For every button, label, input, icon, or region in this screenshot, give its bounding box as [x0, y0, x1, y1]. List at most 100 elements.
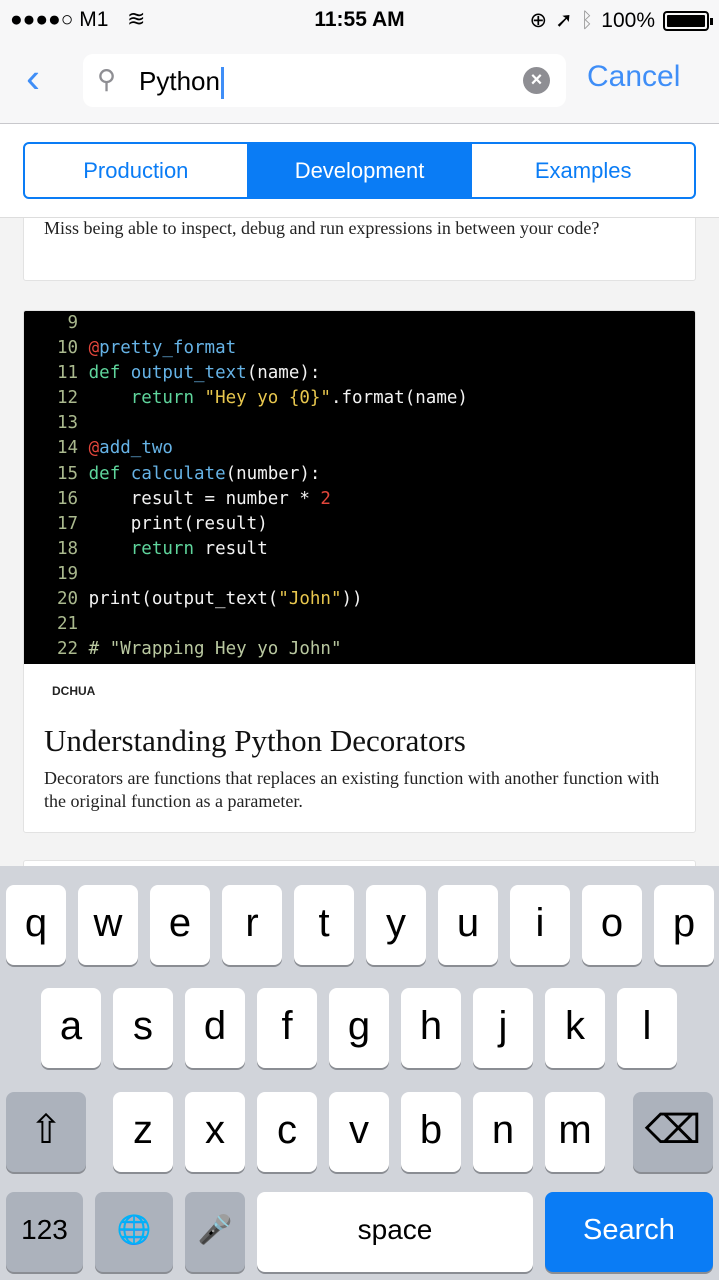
line-number: 14: [57, 438, 79, 459]
key-h[interactable]: h: [401, 988, 461, 1068]
key-s[interactable]: s: [113, 988, 173, 1068]
back-chevron-icon[interactable]: ‹: [26, 57, 40, 99]
segmented-control: Production Development Examples: [23, 142, 696, 199]
keyboard: ⇧ ⌫ 123 🌐 🎤 space Search qwertyuiop asdfg…: [0, 866, 719, 1280]
code-line: 16 result = number * 2: [57, 487, 695, 512]
code-token: 2: [320, 488, 331, 509]
key-a[interactable]: a: [41, 988, 101, 1068]
code-token: @: [88, 438, 100, 459]
battery-percent: 100%: [601, 8, 655, 32]
key-i[interactable]: i: [510, 885, 570, 965]
location-icon: ➚: [555, 9, 573, 32]
code-line: 15 def calculate(number):: [57, 462, 695, 487]
key-l[interactable]: l: [617, 988, 677, 1068]
rotation-lock-icon: ⊕: [529, 9, 548, 32]
code-line: 17 print(result): [57, 512, 695, 537]
key-y[interactable]: y: [366, 885, 426, 965]
tab-production[interactable]: Production: [25, 144, 249, 197]
key-q[interactable]: q: [6, 885, 66, 965]
article-card[interactable]: 9 10 @pretty_format 11 def output_text(na…: [23, 310, 696, 833]
key-o[interactable]: o: [582, 885, 642, 965]
line-number: 11: [57, 363, 79, 384]
line-number: 13: [57, 413, 79, 434]
code-token: add_two: [99, 438, 173, 459]
code-token: (number):: [225, 463, 321, 484]
line-number: 18: [57, 538, 79, 559]
segment-bar: Production Development Examples: [0, 124, 719, 218]
line-number: 16: [57, 488, 79, 509]
shift-key[interactable]: ⇧: [6, 1092, 86, 1172]
code-token: print(output_text(: [88, 589, 279, 610]
key-g[interactable]: g: [329, 988, 389, 1068]
search-field[interactable]: ⚲ Python ×: [83, 54, 566, 107]
key-c[interactable]: c: [257, 1092, 317, 1172]
key-u[interactable]: u: [438, 885, 498, 965]
key-j[interactable]: j: [473, 988, 533, 1068]
code-token: output_text: [130, 363, 247, 384]
code-token: "John": [278, 589, 342, 610]
search-icon: ⚲: [97, 64, 117, 94]
code-line: 19: [57, 562, 695, 587]
key-v[interactable]: v: [329, 1092, 389, 1172]
code-token: print(result): [88, 513, 268, 534]
code-token: calculate: [130, 463, 226, 484]
code-line: 10 @pretty_format: [57, 336, 695, 361]
code-token: pretty_format: [99, 338, 237, 359]
numbers-key[interactable]: 123: [6, 1192, 83, 1272]
code-token: return: [88, 388, 205, 409]
line-number: 10: [57, 338, 79, 359]
code-token: result = number *: [88, 488, 321, 509]
space-key[interactable]: space: [257, 1192, 533, 1272]
battery-icon: [663, 10, 713, 31]
article-author: DCHUA: [52, 684, 96, 698]
key-k[interactable]: k: [545, 988, 605, 1068]
line-number: 12: [57, 388, 79, 409]
microphone-key[interactable]: 🎤: [185, 1192, 245, 1272]
key-t[interactable]: t: [294, 885, 354, 965]
article-description: Decorators are functions that replaces a…: [44, 768, 660, 811]
code-line: 11 def output_text(name):: [57, 361, 695, 386]
tab-development[interactable]: Development: [248, 144, 473, 197]
code-token: def: [88, 363, 131, 384]
code-token: # "Wrapping Hey yo John": [88, 639, 342, 660]
key-w[interactable]: w: [78, 885, 138, 965]
code-token: return: [88, 538, 205, 559]
key-d[interactable]: d: [185, 988, 245, 1068]
code-line: 14 @add_two: [57, 436, 695, 461]
delete-key[interactable]: ⌫: [633, 1092, 713, 1172]
line-number: 15: [57, 463, 79, 484]
code-line: 12 return "Hey yo {0}".format(name): [57, 386, 695, 411]
line-number: 17: [57, 513, 79, 534]
key-e[interactable]: e: [150, 885, 210, 965]
bluetooth-icon: ᛒ: [580, 8, 594, 32]
text-caret: [220, 67, 224, 100]
code-line: 20 print(output_text("John")): [57, 587, 695, 612]
key-p[interactable]: p: [654, 885, 714, 965]
code-line: 22 # "Wrapping Hey yo John": [57, 637, 695, 662]
key-x[interactable]: x: [185, 1092, 245, 1172]
code-token: )): [341, 589, 363, 610]
line-number: 22: [57, 639, 79, 660]
search-key[interactable]: Search: [545, 1192, 713, 1272]
clear-icon[interactable]: ×: [523, 67, 550, 94]
globe-key[interactable]: 🌐: [95, 1192, 173, 1272]
code-image: 9 10 @pretty_format 11 def output_text(na…: [24, 311, 695, 664]
key-n[interactable]: n: [473, 1092, 533, 1172]
code-line: 21: [57, 612, 695, 637]
code-line: 18 return result: [57, 537, 695, 562]
code-token: @: [88, 338, 100, 359]
key-f[interactable]: f: [257, 988, 317, 1068]
code-token: (name):: [246, 363, 321, 384]
article-description: Miss being able to inspect, debug and ru…: [44, 218, 600, 238]
article-title: Understanding Python Decorators: [44, 723, 466, 758]
code-line: 13: [57, 411, 695, 436]
key-z[interactable]: z: [113, 1092, 173, 1172]
tab-examples[interactable]: Examples: [472, 144, 694, 197]
key-b[interactable]: b: [401, 1092, 461, 1172]
key-r[interactable]: r: [222, 885, 282, 965]
search-input[interactable]: Python: [139, 66, 220, 96]
code-token: .format(name): [330, 388, 468, 409]
cancel-button[interactable]: Cancel: [587, 60, 680, 94]
nav-bar: ‹ ⚲ Python × Cancel: [0, 40, 719, 124]
key-m[interactable]: m: [545, 1092, 605, 1172]
